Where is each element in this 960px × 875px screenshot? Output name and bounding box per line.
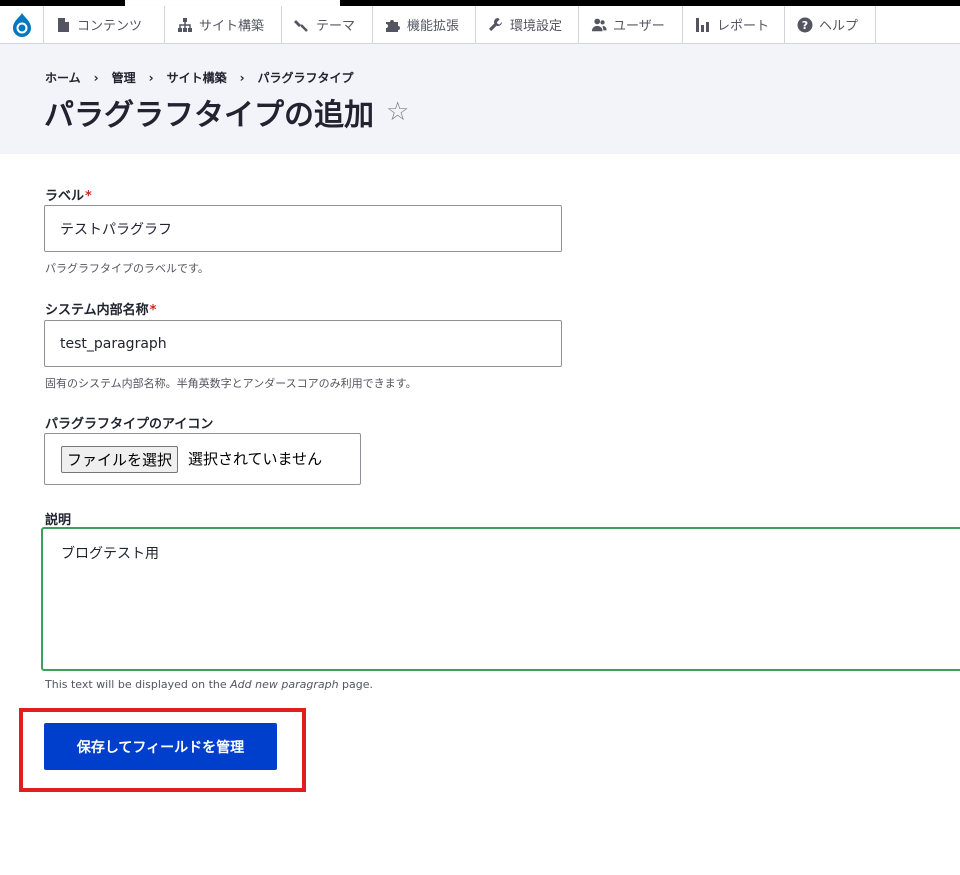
help-emphasis: Add new paragraph [230,678,339,691]
required-mark: * [149,303,157,318]
drupal-logo-icon[interactable] [0,6,44,43]
toolbar-label: ヘルプ [819,19,859,34]
toolbar-label: 機能拡張 [407,19,460,34]
icon-file-upload: ファイルを選択 選択されていません [44,433,361,485]
choose-file-button[interactable]: ファイルを選択 [61,446,179,473]
toolbar-label: コンテンツ [77,19,143,34]
toolbar-item-content[interactable]: コンテンツ [43,6,165,43]
description-field-title: 説明 [45,513,72,528]
help-icon: ? [797,17,813,33]
label-field-title: ラベル* [45,189,92,204]
svg-text:?: ? [802,19,808,32]
file-icon [55,17,71,33]
paintbrush-icon [294,17,310,33]
file-status-text: 選択されていません [188,450,323,468]
toolbar-label: レポート [717,19,770,34]
breadcrumb-link-structure[interactable]: サイト構築 [167,71,227,85]
breadcrumb-link-admin[interactable]: 管理 [112,71,136,85]
breadcrumb-link-paragraph-types[interactable]: パラグラフタイプ [258,71,354,85]
icon-field-title: パラグラフタイプのアイコン [45,417,214,432]
description-help: This text will be displayed on the Add n… [45,678,374,691]
breadcrumb-link-home[interactable]: ホーム [45,71,81,85]
save-and-manage-fields-button[interactable]: 保存してフィールドを管理 [44,723,277,770]
toolbar-item-appearance[interactable]: テーマ [282,6,373,43]
breadcrumb: ホーム › 管理 › サイト構築 › パラグラフタイプ [45,71,354,85]
bar-chart-icon [695,17,711,33]
wrench-icon [488,17,504,33]
toolbar-item-people[interactable]: ユーザー [579,6,683,43]
toolbar-label: 環境設定 [510,19,563,34]
machine-name-input[interactable] [44,320,562,367]
favorite-star-icon[interactable]: ☆ [386,97,409,127]
toolbar-item-configuration[interactable]: 環境設定 [476,6,579,43]
toolbar-item-help[interactable]: ? ヘルプ [785,6,876,43]
toolbar-label: テーマ [316,19,356,34]
puzzle-icon [385,17,401,33]
description-textarea[interactable]: ブログテスト用 [41,527,960,671]
toolbar-item-structure[interactable]: サイト構築 [165,6,282,43]
required-mark: * [85,189,92,204]
machine-name-description: 固有のシステム内部名称。半角英数字とアンダースコアのみ利用できます。 [45,377,417,390]
sitemap-icon [177,17,193,33]
label-description: パラグラフタイプのラベルです。 [45,262,209,275]
page-title: パラグラフタイプの追加 [44,98,374,133]
toolbar-item-extend[interactable]: 機能拡張 [373,6,476,43]
toolbar-item-reports[interactable]: レポート [683,6,785,43]
label-input[interactable] [44,205,562,252]
machine-name-field-title: システム内部名称* [45,303,157,318]
toolbar-label: ユーザー [613,19,665,34]
users-icon [591,17,607,33]
toolbar-label: サイト構築 [199,19,265,34]
admin-toolbar: コンテンツ サイト構築 テーマ 機能拡張 環境設定 ユーザー レポート ? ヘル… [0,6,960,44]
page-title-wrap: パラグラフタイプの追加 ☆ [44,90,409,134]
